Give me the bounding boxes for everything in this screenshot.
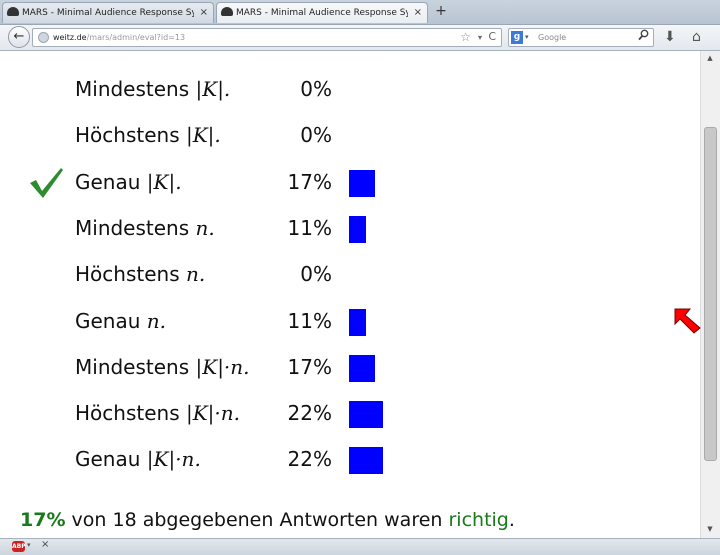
answer-text: Genau — [75, 447, 147, 472]
mars-favicon-icon — [221, 7, 233, 16]
new-tab-button[interactable]: + — [430, 3, 452, 21]
answer-math: |K|. — [195, 77, 231, 101]
answer-text: Genau — [75, 169, 147, 194]
tab-mars-1[interactable]: MARS - Minimal Audience Response System … — [2, 2, 214, 23]
answer-math: |K|. — [146, 169, 182, 194]
answer-math: n. — [146, 308, 167, 333]
summary-line: 17% von 18 abgegebenen Antworten waren r… — [20, 509, 515, 531]
result-row: Höchstens |K|. 0% — [0, 117, 700, 157]
google-engine-icon[interactable]: g — [511, 31, 523, 44]
download-icon[interactable]: ⬇ — [664, 28, 676, 47]
answer-text: Mindestens — [75, 215, 196, 240]
result-row: Höchstens |K|·n. 22% — [0, 395, 700, 435]
adblock-icon[interactable]: ABP — [12, 541, 26, 552]
answer-percent: 11% — [287, 308, 332, 333]
answer-bar — [349, 308, 366, 336]
search-engine-dropdown-icon[interactable]: ▾ — [525, 29, 529, 46]
answer-math: |K|·n. — [146, 447, 201, 472]
search-bar[interactable]: g ▾ Google — [508, 28, 654, 47]
answer-math: |K|·n. — [195, 354, 250, 379]
answer-text: Mindestens — [75, 354, 196, 379]
summary-percent: 17% — [20, 509, 66, 531]
adblock-dropdown-icon[interactable]: ▾ — [27, 541, 31, 549]
bookmark-star-icon[interactable]: ☆ — [460, 29, 471, 46]
answer-percent: 0% — [300, 262, 332, 287]
results-page: Mindestens |K|. 0% Höchstens |K|. 0% Genau |… — [0, 51, 700, 538]
reload-icon[interactable]: C — [488, 28, 496, 45]
tab-title: MARS - Minimal Audience Response System — [236, 8, 408, 18]
answer-bar — [349, 401, 383, 429]
answer-percent: 22% — [287, 401, 332, 426]
answer-percent: 11% — [287, 215, 332, 240]
summary-correct-word: richtig — [448, 509, 509, 531]
result-row: Genau |K|. 17% — [0, 164, 700, 204]
summary-text: von 18 abgegebenen Antworten waren — [65, 509, 449, 531]
answer-label: Genau |K|·n. — [75, 447, 201, 471]
addon-bar: ABP ▾ × — [0, 538, 720, 555]
answer-text: Höchstens — [75, 123, 186, 148]
answer-percent: 0% — [300, 123, 332, 148]
back-button[interactable]: ← — [8, 26, 30, 48]
answer-math: n. — [185, 262, 206, 287]
answer-bar — [349, 447, 383, 475]
tab-close-icon[interactable]: × — [414, 3, 422, 23]
answer-text: Höchstens — [75, 401, 186, 426]
scroll-down-icon[interactable]: ▼ — [704, 525, 716, 535]
answer-percent: 22% — [287, 447, 332, 472]
answer-label: Höchstens |K|·n. — [75, 401, 240, 425]
answer-label: Mindestens |K|. — [75, 77, 230, 101]
addon-bar-close-icon[interactable]: × — [41, 539, 49, 550]
search-placeholder: Google — [538, 33, 567, 42]
url-path: /mars/admin/eval?id=13 — [86, 33, 186, 42]
correct-check-icon — [30, 167, 63, 198]
answer-bar — [349, 215, 366, 243]
result-row: Mindestens n. 11% — [0, 210, 700, 250]
result-row: Genau n. 11% — [0, 303, 700, 343]
answer-text: Genau — [75, 308, 147, 333]
tab-bar: MARS - Minimal Audience Response System … — [0, 0, 720, 25]
answer-math: |K|. — [185, 123, 221, 148]
scroll-up-icon[interactable]: ▲ — [704, 54, 716, 64]
answer-label: Höchstens n. — [75, 262, 205, 286]
navigation-toolbar: ← weitz.de/mars/admin/eval?id=13 ☆ ▾ C g… — [0, 25, 720, 51]
result-row: Höchstens n. 0% — [0, 256, 700, 296]
url-history-dropdown-icon[interactable]: ▾ — [478, 29, 482, 46]
answer-bar — [349, 169, 375, 197]
result-row: Mindestens |K|·n. 17% — [0, 349, 700, 389]
answer-label: Genau n. — [75, 309, 166, 333]
tab-close-icon[interactable]: × — [200, 3, 208, 23]
tab-title: MARS - Minimal Audience Response System — [22, 8, 194, 18]
home-icon[interactable]: ⌂ — [692, 28, 701, 47]
url-host: weitz.de — [53, 33, 87, 42]
answer-percent: 17% — [287, 169, 332, 194]
answer-text: Mindestens — [75, 77, 196, 101]
answer-percent: 0% — [300, 77, 332, 101]
answer-percent: 17% — [287, 354, 332, 379]
result-row: Genau |K|·n. 22% — [0, 441, 700, 481]
tab-mars-2[interactable]: MARS - Minimal Audience Response System … — [216, 2, 428, 23]
url-bar[interactable]: weitz.de/mars/admin/eval?id=13 ☆ ▾ C — [32, 28, 502, 47]
pointer-cursor-icon — [674, 308, 701, 334]
answer-math: n. — [195, 215, 215, 240]
summary-end: . — [508, 509, 515, 531]
result-row: Mindestens |K|. 0% — [0, 71, 700, 111]
mars-favicon-icon — [7, 7, 19, 16]
scrollbar-thumb[interactable] — [704, 127, 717, 461]
search-icon[interactable] — [638, 29, 649, 46]
answer-label: Mindestens n. — [75, 216, 215, 240]
vertical-scrollbar[interactable]: ▲ ▼ — [700, 51, 720, 538]
answer-label: Mindestens |K|·n. — [75, 355, 250, 379]
answer-label: Höchstens |K|. — [75, 123, 221, 147]
answer-bar — [349, 354, 375, 382]
answer-text: Höchstens — [75, 262, 186, 287]
globe-icon — [38, 32, 49, 43]
answer-math: |K|·n. — [185, 401, 240, 426]
answer-label: Genau |K|. — [75, 170, 182, 194]
